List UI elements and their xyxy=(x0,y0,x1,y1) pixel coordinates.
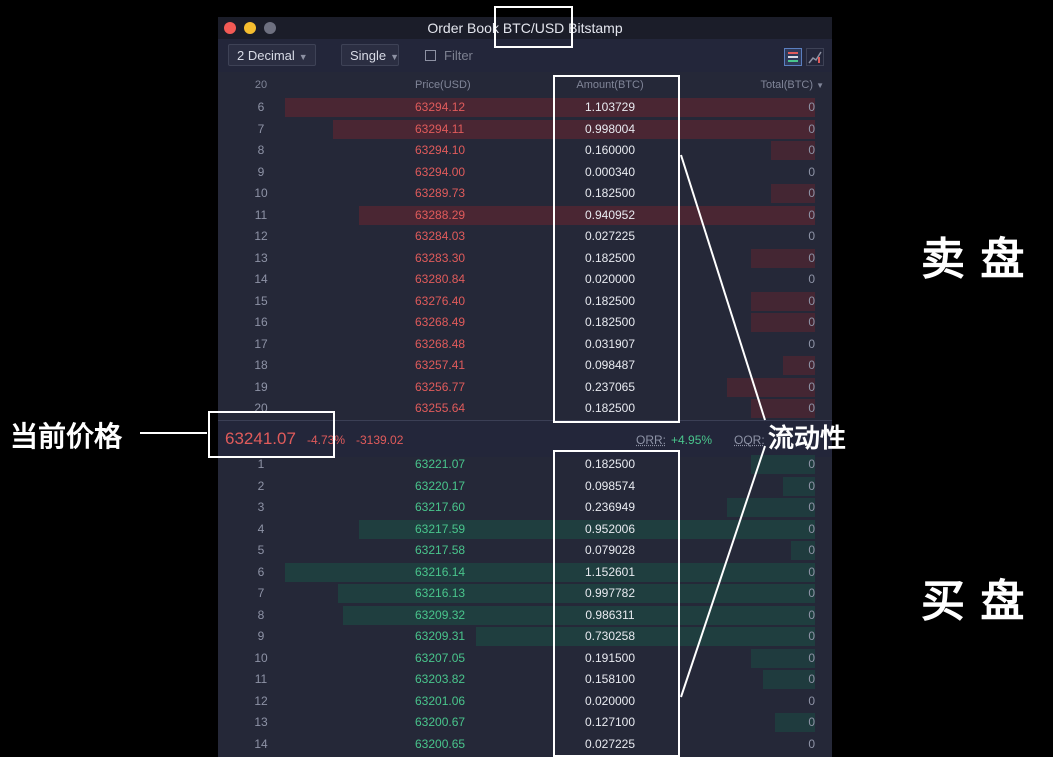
liquidity-pointer-bid xyxy=(680,445,766,698)
current-price-label: 当前价格 xyxy=(10,420,123,453)
annotation-lines xyxy=(140,154,766,698)
sell-side-label: 卖 盘 xyxy=(921,234,1025,285)
liquidity-label: 流动性 xyxy=(768,424,847,454)
liquidity-pointer-ask xyxy=(680,154,766,421)
buy-side-label: 买 盘 xyxy=(921,576,1025,627)
